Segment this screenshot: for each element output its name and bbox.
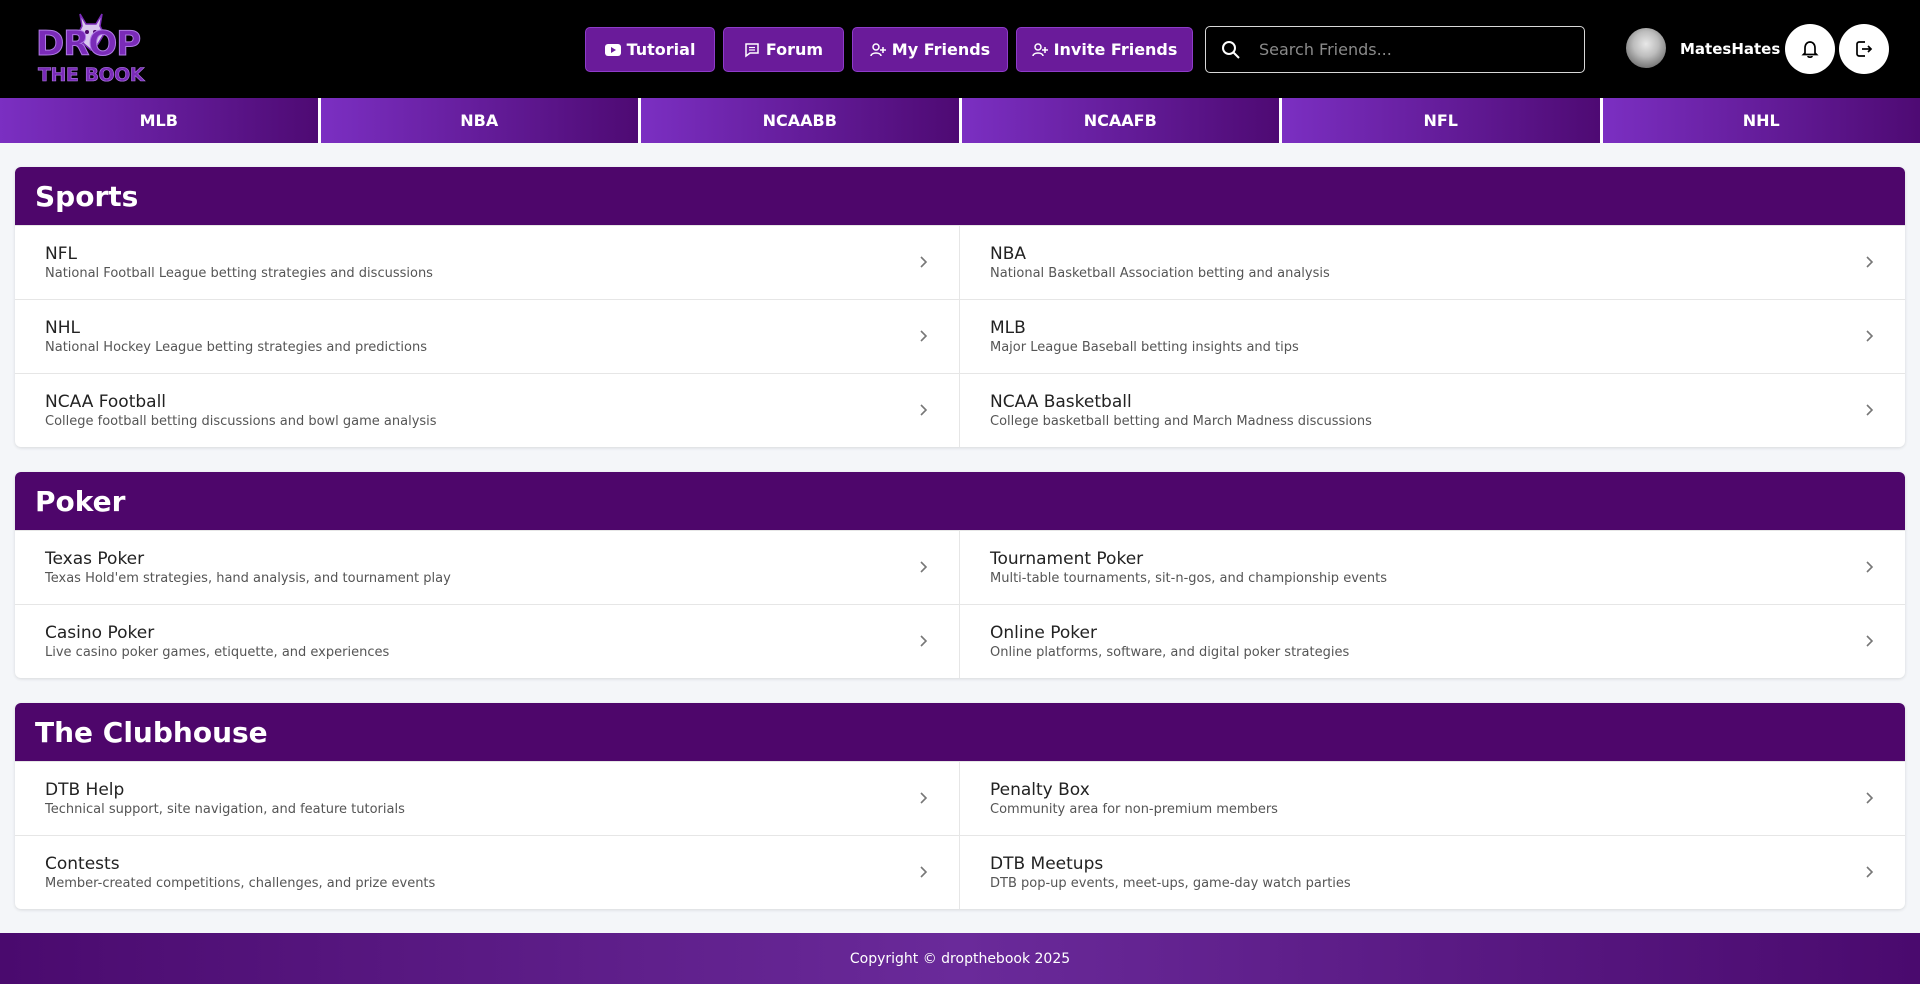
forum-button[interactable]: Forum	[723, 27, 844, 72]
forum-item-contests[interactable]: Contests Member-created competitions, ch…	[15, 835, 960, 909]
forum-item-description: Online platforms, software, and digital …	[990, 645, 1350, 660]
site-logo[interactable]: DROP THE BOOK	[34, 10, 145, 88]
section-title: Poker	[15, 472, 1905, 530]
forum-item-description: Community area for non-premium members	[990, 802, 1278, 817]
forum-item-title: Casino Poker	[45, 623, 155, 643]
forum-item-title: DTB Meetups	[990, 854, 1104, 874]
forum-item-title: NHL	[45, 318, 80, 338]
forum-item-description: Member-created competitions, challenges,…	[45, 876, 436, 891]
league-tabs: MLB NBA NCAABB NCAAFB NFL NHL	[0, 98, 1920, 143]
section-sports: Sports NFL National Football League bett…	[15, 167, 1905, 447]
forum-item-title: Penalty Box	[990, 780, 1090, 800]
user-plus-icon	[1031, 42, 1048, 56]
chevron-right-icon	[1866, 561, 1874, 573]
forum-item-title: MLB	[990, 318, 1026, 338]
forum-item-description: National Hockey League betting strategie…	[45, 340, 427, 355]
forum-item-description: College basketball betting and March Mad…	[990, 414, 1372, 429]
logout-icon	[1856, 41, 1873, 57]
forum-item-texas-poker[interactable]: Texas Poker Texas Hold'em strategies, ha…	[15, 530, 960, 604]
top-header: DROP THE BOOK Tutorial Forum My Friends …	[0, 0, 1920, 98]
search-box	[1205, 26, 1585, 73]
forum-button-label: Forum	[765, 40, 824, 59]
forum-item-description: Major League Baseball betting insights a…	[990, 340, 1299, 355]
forum-item-title: NCAA Football	[45, 392, 167, 412]
chevron-right-icon	[920, 866, 928, 878]
forum-item-title: Tournament Poker	[990, 549, 1144, 569]
section-title: Sports	[15, 167, 1905, 225]
forum-item-description: National Football League betting strateg…	[45, 266, 433, 281]
forum-item-description: DTB pop-up events, meet-ups, game-day wa…	[990, 876, 1351, 891]
forum-item-title: Online Poker	[990, 623, 1097, 643]
chevron-right-icon	[920, 330, 928, 342]
chevron-right-icon	[1866, 404, 1874, 416]
forum-item-title: NCAA Basketball	[990, 392, 1132, 412]
chevron-right-icon	[1866, 256, 1874, 268]
forum-item-dtb-meetups[interactable]: DTB Meetups DTB pop-up events, meet-ups,…	[960, 835, 1905, 909]
forum-item-description: College football betting discussions and…	[45, 414, 437, 429]
chevron-right-icon	[920, 561, 928, 573]
forum-item-nfl[interactable]: NFL National Football League betting str…	[15, 225, 960, 299]
forum-item-description: Texas Hold'em strategies, hand analysis,…	[45, 571, 451, 586]
tab-ncaabb[interactable]: NCAABB	[641, 98, 959, 143]
forum-item-penalty-box[interactable]: Penalty Box Community area for non-premi…	[960, 761, 1905, 835]
forum-item-mlb[interactable]: MLB Major League Baseball betting insigh…	[960, 299, 1905, 373]
forum-item-online-poker[interactable]: Online Poker Online platforms, software,…	[960, 604, 1905, 678]
section-title: The Clubhouse	[15, 703, 1905, 761]
tab-mlb[interactable]: MLB	[0, 98, 318, 143]
forum-item-ncaa-basketball[interactable]: NCAA Basketball College basketball betti…	[960, 373, 1905, 447]
chevron-right-icon	[1866, 866, 1874, 878]
bell-icon	[1801, 41, 1819, 58]
forum-item-title: DTB Help	[45, 780, 125, 800]
forum-item-title: NFL	[45, 244, 77, 264]
forum-item-description: Live casino poker games, etiquette, and …	[45, 645, 390, 660]
forum-item-nba[interactable]: NBA National Basketball Association bett…	[960, 225, 1905, 299]
logout-button[interactable]	[1839, 24, 1889, 74]
forum-item-description: Technical support, site navigation, and …	[45, 802, 405, 817]
section-poker: Poker Texas Poker Texas Hold'em strategi…	[15, 472, 1905, 678]
forum-item-dtb-help[interactable]: DTB Help Technical support, site navigat…	[15, 761, 960, 835]
tutorial-button[interactable]: Tutorial	[585, 27, 715, 72]
logo-text-thebook: THE BOOK	[38, 64, 145, 87]
my-friends-button[interactable]: My Friends	[852, 27, 1008, 72]
section-the-clubhouse: The Clubhouse DTB Help Technical support…	[15, 703, 1905, 909]
user-plus-icon	[870, 42, 886, 56]
chevron-right-icon	[920, 256, 928, 268]
tutorial-button-label: Tutorial	[626, 40, 696, 59]
user-avatar[interactable]	[1626, 28, 1666, 68]
invite-friends-button[interactable]: Invite Friends	[1016, 27, 1193, 72]
tab-nfl[interactable]: NFL	[1282, 98, 1600, 143]
tab-ncaafb[interactable]: NCAAFB	[961, 98, 1279, 143]
forum-item-casino-poker[interactable]: Casino Poker Live casino poker games, et…	[15, 604, 960, 678]
tab-nba[interactable]: NBA	[320, 98, 638, 143]
invite-friends-button-label: Invite Friends	[1053, 40, 1178, 59]
chat-icon	[745, 42, 759, 57]
chevron-right-icon	[1866, 635, 1874, 647]
chevron-right-icon	[1866, 792, 1874, 804]
notifications-button[interactable]	[1785, 24, 1835, 74]
forum-item-ncaa-football[interactable]: NCAA Football College football betting d…	[15, 373, 960, 447]
footer-copyright: Copyright © dropthebook 2025	[0, 933, 1920, 984]
forum-item-title: Contests	[45, 854, 120, 874]
chevron-right-icon	[920, 404, 928, 416]
chevron-right-icon	[920, 792, 928, 804]
logo-text-drop: DROP	[35, 24, 141, 65]
chevron-right-icon	[1866, 330, 1874, 342]
forum-item-description: National Basketball Association betting …	[990, 266, 1330, 281]
forum-item-tournament-poker[interactable]: Tournament Poker Multi-table tournaments…	[960, 530, 1905, 604]
chevron-right-icon	[920, 635, 928, 647]
youtube-icon	[604, 43, 621, 56]
forum-item-title: NBA	[990, 244, 1027, 264]
tab-nhl[interactable]: NHL	[1602, 98, 1920, 143]
username-label[interactable]: MatesHates	[1680, 40, 1780, 58]
search-friends-input[interactable]	[1259, 40, 1559, 59]
my-friends-button-label: My Friends	[891, 40, 991, 59]
search-icon	[1222, 40, 1240, 59]
forum-item-title: Texas Poker	[45, 549, 145, 569]
forum-item-nhl[interactable]: NHL National Hockey League betting strat…	[15, 299, 960, 373]
forum-categories: Sports NFL National Football League bett…	[15, 167, 1905, 934]
forum-item-description: Multi-table tournaments, sit-n-gos, and …	[990, 571, 1387, 586]
